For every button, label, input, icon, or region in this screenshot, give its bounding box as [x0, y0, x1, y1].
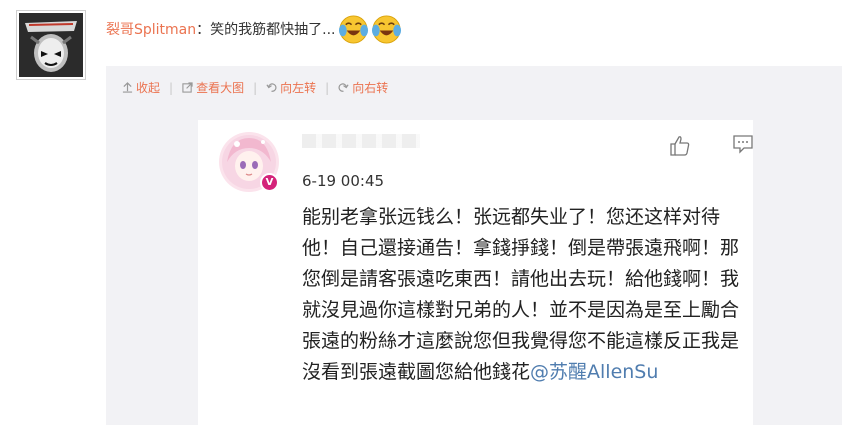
rotate-right-icon: [338, 83, 349, 92]
mention-link[interactable]: @苏醒AllenSu: [530, 361, 658, 383]
user-avatar[interactable]: [16, 10, 86, 80]
expanded-image-panel: 收起 | 查看大图 | 向左转 | 向右转 V 6-19 00:45 能别老拿张…: [106, 66, 842, 425]
toolbar-separator: |: [169, 80, 174, 95]
splitman-logo-avatar: [19, 13, 83, 77]
view-large-label: 查看大图: [196, 81, 245, 95]
screenshot-card: V 6-19 00:45 能别老拿张远钱么！张远都失业了！您还这样对待他！自己還…: [198, 120, 753, 425]
expand-image-icon: [182, 82, 193, 93]
rotate-right-button[interactable]: 向右转: [338, 79, 388, 96]
comment-bubble-icon[interactable]: [732, 134, 754, 154]
skull-helmet-icon: [19, 13, 83, 77]
comment-text: 笑的我筋都快抽了...: [210, 22, 336, 38]
laugh-cry-emoji-icon: [338, 14, 368, 44]
verified-badge: V: [260, 173, 279, 192]
collapse-label: 收起: [136, 81, 161, 95]
arrow-up-icon: [122, 82, 133, 93]
image-toolbar: 收起 | 查看大图 | 向左转 | 向右转: [122, 79, 388, 96]
thumbs-up-icon[interactable]: [668, 134, 692, 158]
comment-author-link[interactable]: 裂哥Splitman: [106, 19, 196, 39]
comment-line: 裂哥Splitman ： 笑的我筋都快抽了...: [106, 12, 402, 46]
post-text: 能别老拿张远钱么！张远都失业了！您还这样对待他！自己還接通告！拿錢掙錢！倒是帶張…: [302, 206, 740, 383]
post-body: 能别老拿张远钱么！张远都失业了！您还这样对待他！自己還接通告！拿錢掙錢！倒是帶張…: [302, 202, 757, 388]
post-timestamp: 6-19 00:45: [302, 172, 385, 190]
toolbar-separator: |: [325, 80, 330, 95]
laugh-cry-emoji-icon: [371, 14, 401, 44]
view-large-button[interactable]: 查看大图: [182, 79, 244, 96]
comment-colon: ：: [196, 22, 211, 38]
rotate-right-label: 向右转: [352, 81, 389, 95]
collapse-button[interactable]: 收起: [122, 79, 160, 96]
rotate-left-label: 向左转: [280, 81, 317, 95]
toolbar-separator: |: [253, 80, 258, 95]
rotate-left-button[interactable]: 向左转: [266, 79, 316, 96]
blurred-username: [302, 134, 420, 148]
rotate-left-icon: [266, 83, 277, 92]
